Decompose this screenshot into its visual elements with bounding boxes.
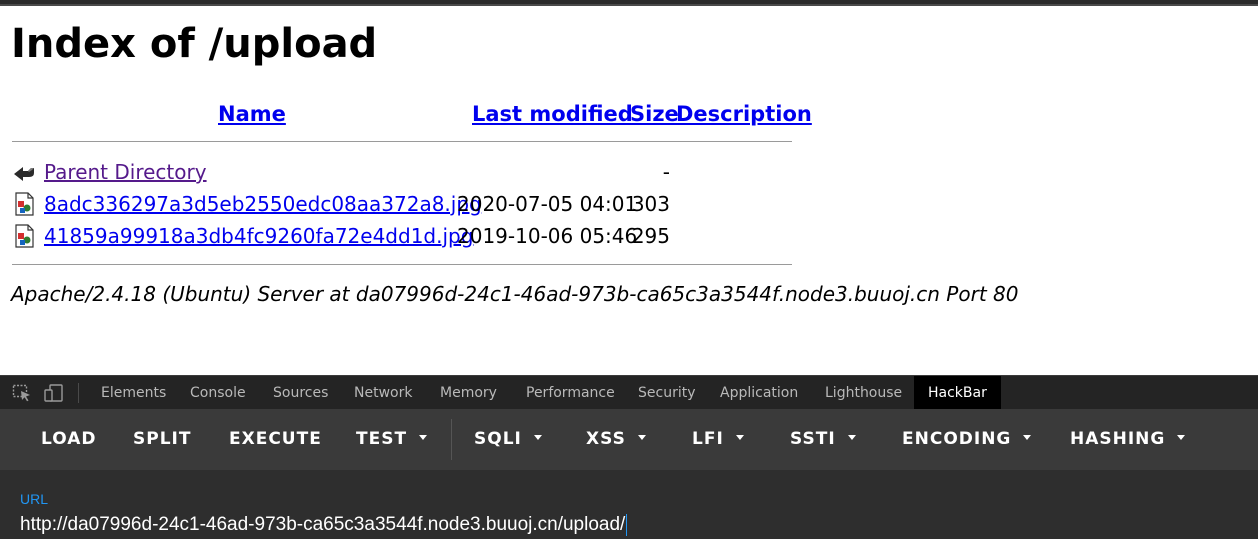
tab-security[interactable]: Security [638,376,696,410]
button-label: LOAD [41,429,97,449]
chevron-down-icon [1023,435,1032,440]
button-label: EXECUTE [229,429,322,449]
device-toolbar-icon[interactable] [44,384,64,402]
execute-button[interactable]: EXECUTE [229,409,322,470]
tab-elements[interactable]: Elements [101,376,166,410]
column-header-description[interactable]: Description [676,100,812,128]
tab-sources[interactable]: Sources [273,376,328,410]
button-label: SSTI [790,429,836,449]
hackbar-toolbar: LOAD SPLIT EXECUTE TEST SQLI XSS LFI SST… [0,409,1258,470]
file-size: - [662,160,670,184]
xss-dropdown-button[interactable]: XSS [586,409,646,470]
listing-row-file: 8adc336297a3d5eb2550edc08aa372a8.jpg 202… [0,190,800,220]
tab-application[interactable]: Application [720,376,798,410]
file-last-modified: 2019-10-06 05:46 [457,224,638,248]
file-last-modified: 2020-07-05 04:01 [457,192,638,216]
url-input[interactable]: http://da07996d-24c1-46ad-973b-ca65c3a35… [20,513,628,537]
inspect-element-icon[interactable] [12,384,32,402]
divider [12,141,792,142]
devtools-tab-bar: Elements Console Sources Network Memory … [0,375,1258,410]
ssti-dropdown-button[interactable]: SSTI [790,409,856,470]
tab-memory[interactable]: Memory [440,376,497,410]
parent-directory-link[interactable]: Parent Directory [44,158,207,186]
hackbar-url-panel: URL http://da07996d-24c1-46ad-973b-ca65c… [0,470,1258,539]
column-header-name[interactable]: Name [218,100,286,128]
button-label: HASHING [1070,429,1166,449]
tab-performance[interactable]: Performance [526,376,615,410]
column-header-last-modified[interactable]: Last modified [472,100,633,128]
load-button[interactable]: LOAD [41,409,97,470]
chevron-down-icon [533,435,542,440]
image-file-icon [15,224,34,248]
text-cursor [626,513,628,536]
page-title: Index of /upload [11,21,378,67]
button-label: SQLI [474,429,522,449]
test-dropdown-button[interactable]: TEST [356,409,428,470]
split-button[interactable]: SPLIT [133,409,191,470]
divider [12,264,792,265]
button-label: ENCODING [902,429,1012,449]
chevron-down-icon [847,435,856,440]
tab-network[interactable]: Network [354,376,412,410]
chevron-down-icon [1177,435,1186,440]
image-file-icon [15,192,34,216]
listing-row-file: 41859a99918a3db4fc9260fa72e4dd1d.jpg 201… [0,222,800,252]
sqli-dropdown-button[interactable]: SQLI [474,409,542,470]
button-label: TEST [356,429,408,449]
tab-console[interactable]: Console [190,376,246,410]
url-field-label: URL [20,491,49,507]
back-arrow-icon [14,167,34,181]
window-top-border [0,0,1258,6]
listing-row-parent: Parent Directory - [0,158,800,188]
toolbar-separator [78,383,79,403]
column-header-size[interactable]: Size [630,100,679,128]
chevron-down-icon [637,435,646,440]
toolbar-separator [451,419,452,460]
hashing-dropdown-button[interactable]: HASHING [1070,409,1186,470]
chevron-down-icon [735,435,744,440]
server-signature: Apache/2.4.18 (Ubuntu) Server at da07996… [11,282,1019,306]
file-link[interactable]: 8adc336297a3d5eb2550edc08aa372a8.jpg [44,190,482,218]
file-size: 303 [631,192,670,216]
tab-hackbar[interactable]: HackBar [914,376,1001,410]
url-value: http://da07996d-24c1-46ad-973b-ca65c3a35… [20,514,626,535]
lfi-dropdown-button[interactable]: LFI [692,409,744,470]
tab-lighthouse[interactable]: Lighthouse [825,376,902,410]
button-label: LFI [692,429,724,449]
button-label: XSS [586,429,626,449]
file-size: 295 [631,224,670,248]
file-link[interactable]: 41859a99918a3db4fc9260fa72e4dd1d.jpg [44,222,473,250]
button-label: SPLIT [133,429,192,449]
encoding-dropdown-button[interactable]: ENCODING [902,409,1032,470]
chevron-down-icon [419,435,428,440]
